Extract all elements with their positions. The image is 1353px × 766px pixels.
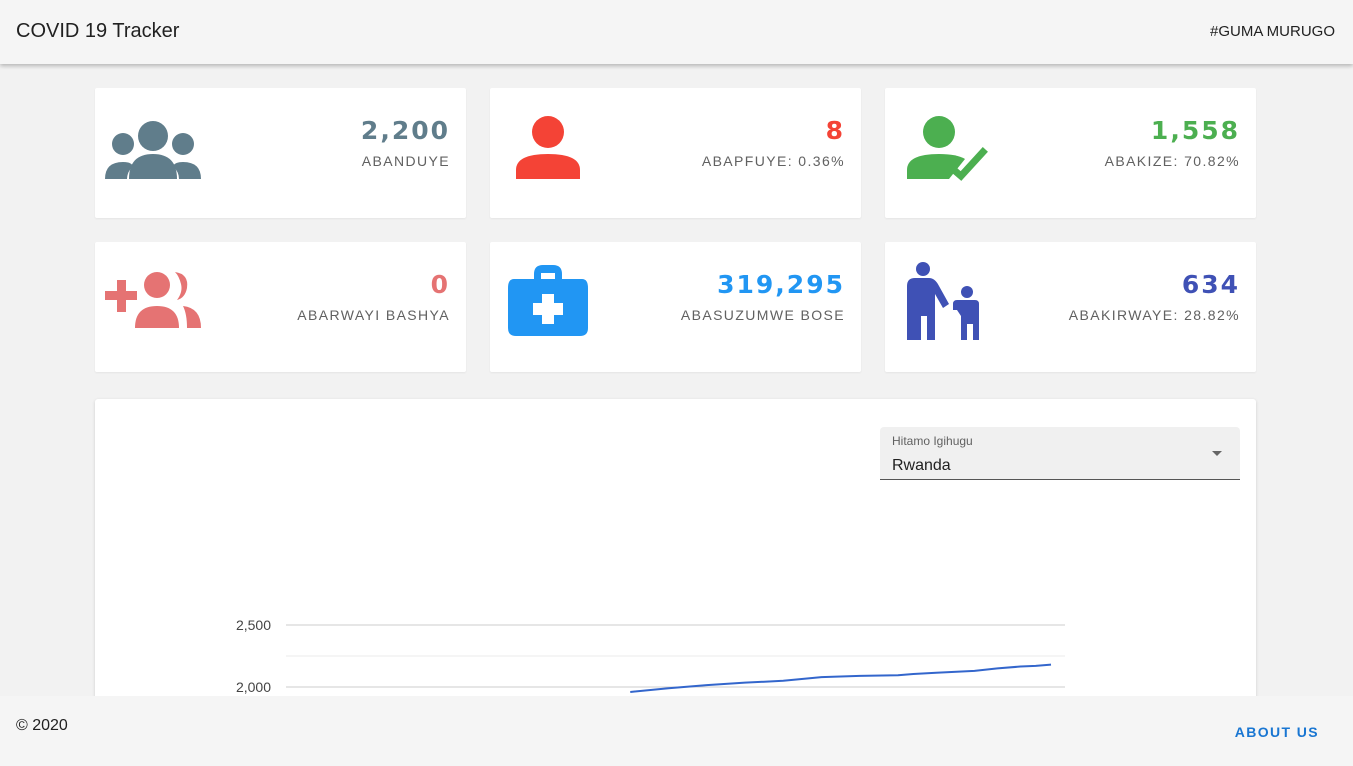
stat-label: ABAKIZE: 70.82% xyxy=(1104,153,1240,169)
stat-value: 8 xyxy=(825,116,845,145)
stat-label: ABASUZUMWE BOSE xyxy=(680,307,845,323)
stat-card-deaths: 8 ABAPFUYE: 0.36% xyxy=(490,88,861,218)
parent-child-icon xyxy=(907,262,979,340)
stat-value: 2,200 xyxy=(360,116,450,145)
app-title: COVID 19 Tracker xyxy=(16,20,180,42)
stat-value: 634 xyxy=(1181,270,1240,299)
stat-value: 0 xyxy=(430,270,450,299)
group-icon xyxy=(105,121,201,179)
chart-card: 2,500 2,000 Hitamo Igihugu Rwanda xyxy=(95,399,1256,739)
chevron-down-icon xyxy=(1212,451,1222,456)
country-select-label: Hitamo Igihugu xyxy=(892,434,973,448)
group-add-icon xyxy=(105,272,201,328)
copyright-text: © 2020 xyxy=(16,717,68,734)
hashtag-label: #GUMA MURUGO xyxy=(1209,23,1335,40)
stat-label: ABAPFUYE: 0.36% xyxy=(701,153,845,169)
person-check-icon xyxy=(907,116,988,181)
y-tick-label: 2,000 xyxy=(236,679,271,695)
country-select-value: Rwanda xyxy=(892,457,951,474)
medical-bag-icon xyxy=(508,265,588,336)
person-icon xyxy=(516,116,580,179)
stat-card-active: 634 ABAKIRWAYE: 28.82% xyxy=(885,242,1256,372)
stat-card-recovered: 1,558 ABAKIZE: 70.82% xyxy=(885,88,1256,218)
y-tick-label: 2,500 xyxy=(236,617,271,633)
stat-label: ABARWAYI BASHYA xyxy=(297,307,450,323)
app-bar: COVID 19 Tracker #GUMA MURUGO xyxy=(0,0,1353,64)
stat-card-total: 2,200 ABANDUYE xyxy=(95,88,466,218)
footer: © 2020 ABOUT US xyxy=(0,696,1353,766)
stat-value: 1,558 xyxy=(1150,116,1240,145)
stat-label: ABANDUYE xyxy=(361,153,450,169)
about-us-link[interactable]: ABOUT US xyxy=(1235,724,1319,740)
stat-label: ABAKIRWAYE: 28.82% xyxy=(1068,307,1240,323)
stat-card-tested: 319,295 ABASUZUMWE BOSE xyxy=(490,242,861,372)
stat-value: 319,295 xyxy=(717,270,845,299)
cases-series-line xyxy=(630,663,1052,693)
country-select[interactable]: Hitamo Igihugu Rwanda xyxy=(880,427,1240,480)
stat-card-new-cases: 0 ABARWAYI BASHYA xyxy=(95,242,466,372)
